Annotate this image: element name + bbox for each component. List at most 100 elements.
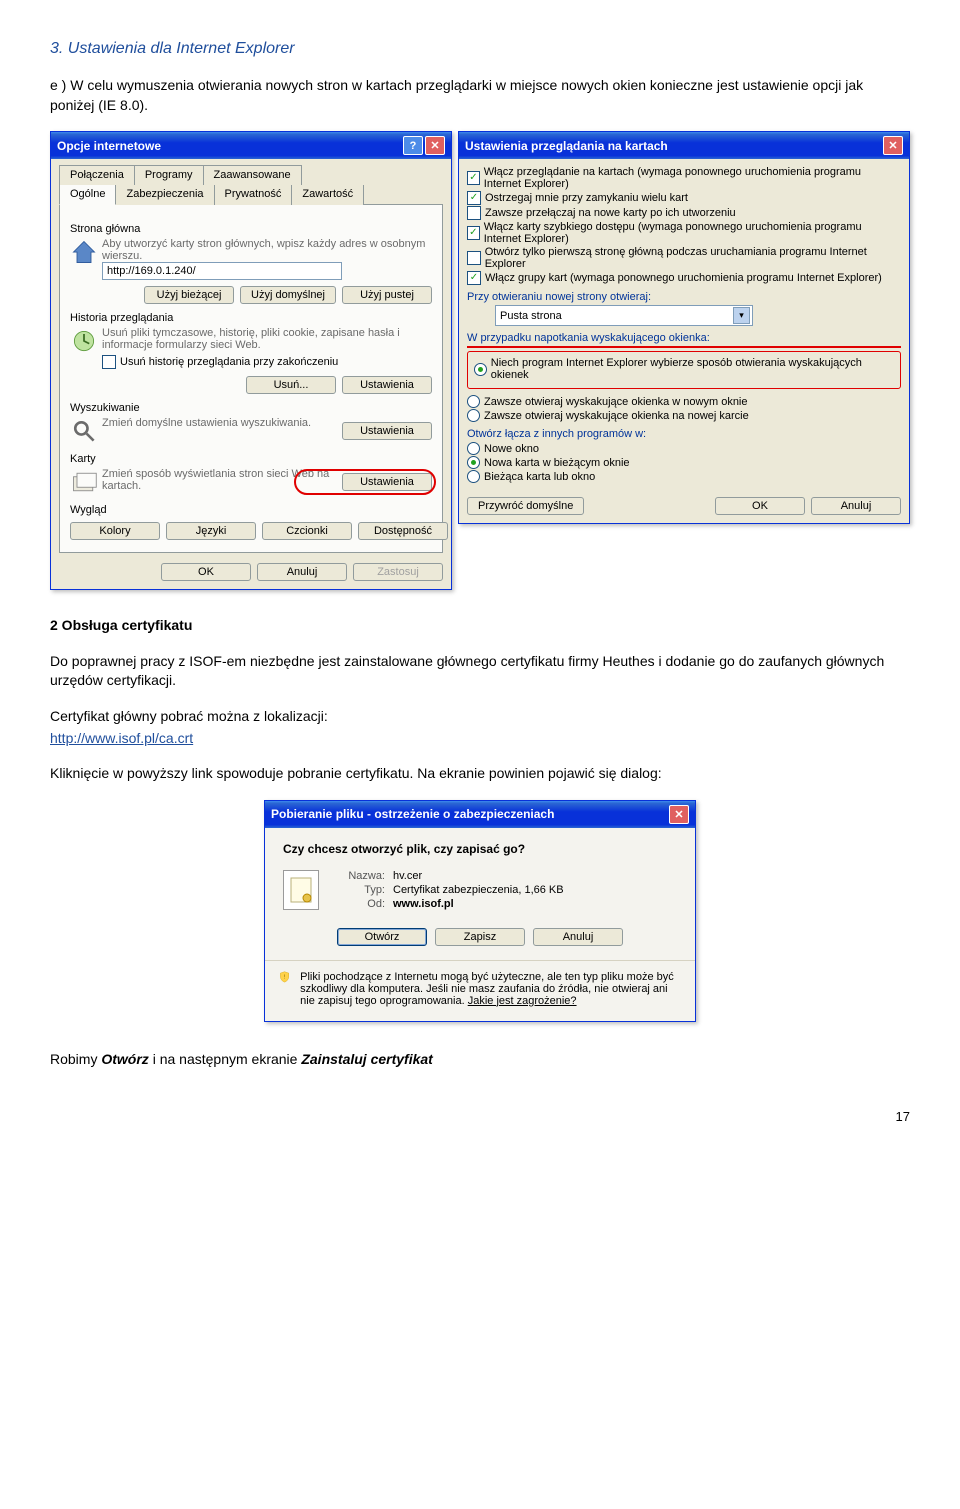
use-blank-button[interactable]: Użyj pustej [342,286,432,304]
open-button[interactable]: Otwórz [337,928,427,946]
file-download-dialog: Pobieranie pliku - ostrzeżenie o zabezpi… [264,800,696,1022]
cert-heading: 2 Obsługa certyfikatu [50,616,910,636]
title-text: Ustawienia przeglądania na kartach [465,139,668,153]
ok-button[interactable]: OK [161,563,251,581]
page-number: 17 [50,1109,910,1124]
tab-zawartosc[interactable]: Zawartość [291,185,364,205]
red-highlight [294,469,436,495]
chk-tab-groups[interactable] [467,271,481,285]
chk-quick-tabs[interactable] [467,226,480,240]
close-icon[interactable]: ✕ [425,136,445,155]
section-heading: 3. Ustawienia dla Internet Explorer [50,40,910,58]
lbl: Włącz karty szybkiego dostępu (wymaga po… [484,221,901,245]
search-settings-button[interactable]: Ustawienia [342,422,432,440]
titlebar-download[interactable]: Pobieranie pliku - ostrzeżenie o zabezpi… [265,801,695,828]
search-icon [70,417,98,445]
fonts-button[interactable]: Czcionki [262,522,352,540]
accessibility-button[interactable]: Dostępność [358,522,448,540]
internet-options-dialog: Opcje internetowe ? ✕ Połączenia Program… [50,131,452,590]
lbl: Zawsze przełączaj na nowe karty po ich u… [485,207,736,219]
use-current-button[interactable]: Użyj bieżącej [144,286,234,304]
shield-icon: ! [279,971,290,1003]
heading-external: Otwórz łącza z innych programów w: [467,428,901,440]
languages-button[interactable]: Języki [166,522,256,540]
combo-value: Pusta strona [500,310,562,322]
lbl: Nowa karta w bieżącym oknie [484,457,630,469]
group-tabs: Karty [70,453,432,465]
tab-polaczenia[interactable]: Połączenia [59,165,135,185]
home-url-input[interactable] [102,262,342,280]
title-text: Opcje internetowe [57,139,161,153]
lbl: Bieżąca karta lub okno [484,471,595,483]
cert-p3: Kliknięcie w powyższy link spowoduje pob… [50,764,910,784]
intro-paragraph: e ) W celu wymuszenia otwierania nowych … [50,76,910,115]
tab-prywatnosc[interactable]: Prywatność [214,185,293,205]
group-history: Historia przeglądania [70,312,432,324]
close-icon[interactable]: ✕ [669,805,689,824]
chk-warn-close[interactable] [467,191,481,205]
ok-button[interactable]: OK [715,497,805,515]
chk-enable-tabs[interactable] [467,171,480,185]
tab-ogolne[interactable]: Ogólne [59,185,116,205]
k: Nazwa: [327,870,385,882]
title-text: Pobieranie pliku - ostrzeżenie o zabezpi… [271,807,554,821]
chk-switch-new[interactable] [467,206,481,220]
titlebar-tabs[interactable]: Ustawienia przeglądania na kartach ✕ [459,132,909,159]
lbl: Otwórz tylko pierwszą stronę główną podc… [485,246,901,270]
radio-new-window[interactable] [467,395,480,408]
tab-zaawansowane[interactable]: Zaawansowane [203,165,302,185]
lbl: Włącz grupy kart (wymaga ponownego uruch… [485,272,882,284]
home-icon [70,238,98,266]
save-button[interactable]: Zapisz [435,928,525,946]
certificate-icon [283,870,319,910]
lbl: Ostrzegaj mnie przy zamykaniu wielu kart [485,192,688,204]
delete-on-exit-checkbox[interactable] [102,355,116,369]
tab-settings-dialog: Ustawienia przeglądania na kartach ✕ Włą… [458,131,910,524]
radio-ext-current-tab[interactable] [467,456,480,469]
cert-link[interactable]: http://www.isof.pl/ca.crt [50,730,193,746]
colors-button[interactable]: Kolory [70,522,160,540]
lbl: Włącz przeglądanie na kartach (wymaga po… [484,166,901,190]
tabs-icon [70,468,98,496]
footer-instruction: Robimy Otwórz i na następnym ekranie Zai… [50,1050,910,1070]
k: Od: [327,898,385,910]
radio-ext-new-window[interactable] [467,442,480,455]
heading-popups: W przypadku napotkania wyskakującego oki… [467,332,901,344]
use-default-button[interactable]: Użyj domyślnej [240,286,336,304]
group-search: Wyszukiwanie [70,402,432,414]
lbl: Niech program Internet Explorer wybierze… [491,357,894,381]
history-settings-button[interactable]: Ustawienia [342,376,432,394]
group-home: Strona główna [70,223,432,235]
cert-p1: Do poprawnej pracy z ISOF-em niezbędne j… [50,652,910,691]
cert-p2: Certyfikat główny pobrać można z lokaliz… [50,707,910,727]
chk-first-home[interactable] [467,251,481,265]
tab-zabezpieczenia[interactable]: Zabezpieczenia [115,185,214,205]
titlebar[interactable]: Opcje internetowe ? ✕ [51,132,451,159]
close-icon[interactable]: ✕ [883,136,903,155]
new-page-combo[interactable]: Pusta strona ▾ [495,305,753,326]
history-icon [70,327,98,355]
radio-new-tab[interactable] [467,409,480,422]
restore-defaults-button[interactable]: Przywróć domyślne [467,497,584,515]
home-desc: Aby utworzyć karty stron głównych, wpisz… [102,238,432,262]
filesource: www.isof.pl [393,898,454,910]
delete-button[interactable]: Usuń... [246,376,336,394]
cancel-button[interactable]: Anuluj [257,563,347,581]
chevron-down-icon[interactable]: ▾ [733,307,750,324]
delete-on-exit-label: Usuń historię przeglądania przy zakończe… [120,356,338,368]
help-icon[interactable]: ? [403,136,423,155]
k: Typ: [327,884,385,896]
tab-programy[interactable]: Programy [134,165,204,185]
group-appearance: Wygląd [70,504,432,516]
radio-let-ie[interactable] [474,363,487,376]
lbl: Zawsze otwieraj wyskakujące okienka w no… [484,396,748,408]
lbl: Nowe okno [484,443,539,455]
lbl: Zawsze otwieraj wyskakujące okienka na n… [484,410,749,422]
risk-link[interactable]: Jakie jest zagrożenie? [468,995,577,1007]
history-desc: Usuń pliki tymczasowe, historię, pliki c… [102,327,432,351]
cancel-button[interactable]: Anuluj [533,928,623,946]
warning-text: Pliki pochodzące z Internetu mogą być uż… [300,971,681,1007]
radio-ext-current-window[interactable] [467,470,480,483]
apply-button: Zastosuj [353,563,443,581]
cancel-button[interactable]: Anuluj [811,497,901,515]
